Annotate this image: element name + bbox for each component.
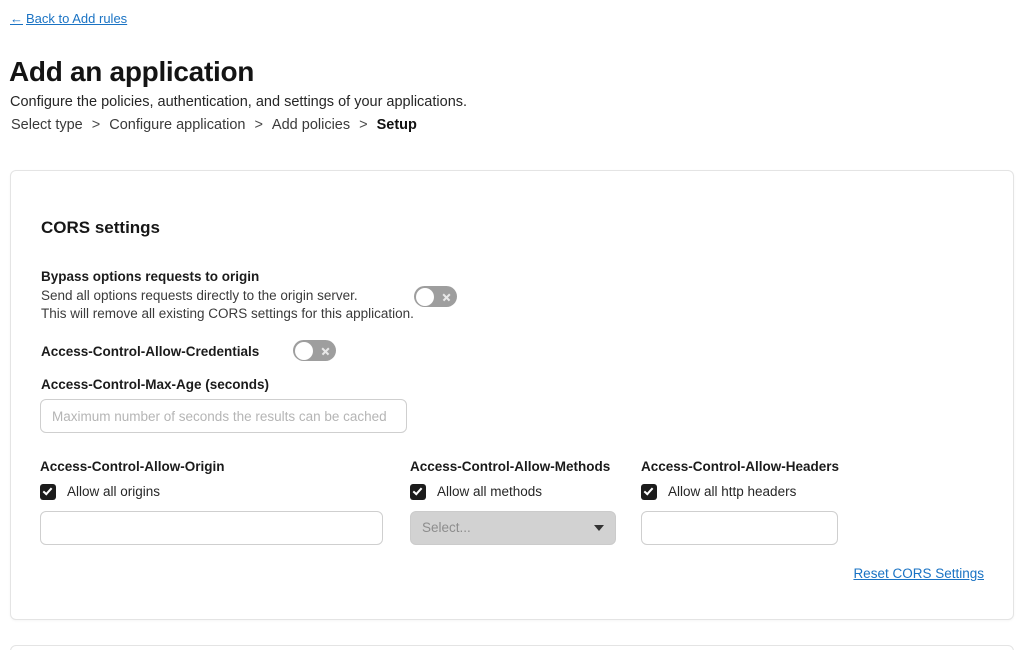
check-icon xyxy=(42,485,52,496)
max-age-label: Access-Control-Max-Age (seconds) xyxy=(41,377,270,392)
breadcrumb-separator: > xyxy=(359,117,368,133)
breadcrumb-step-setup: Setup xyxy=(376,117,417,133)
allow-all-methods-checkbox[interactable] xyxy=(410,484,426,500)
arrow-left-icon: ← xyxy=(10,11,23,26)
check-icon xyxy=(643,485,653,496)
allow-credentials-toggle[interactable] xyxy=(293,340,336,361)
breadcrumb-step-configure-application[interactable]: Configure application xyxy=(109,116,245,135)
close-icon xyxy=(321,346,330,355)
allow-methods-select-value: Select... xyxy=(422,520,471,535)
bypass-options-toggle[interactable] xyxy=(414,286,457,307)
allow-methods-title: Access-Control-Allow-Methods xyxy=(410,459,611,474)
page-title: Add an application xyxy=(9,55,255,87)
allow-credentials-label: Access-Control-Allow-Credentials xyxy=(41,344,260,359)
back-to-add-rules-link[interactable]: ← Back to Add rules xyxy=(10,11,127,27)
allow-all-origins-label: Allow all origins xyxy=(67,484,161,499)
close-icon xyxy=(442,292,451,301)
allow-headers-column: Access-Control-Allow-Headers Allow all h… xyxy=(641,458,839,545)
bypass-options-title: Bypass options requests to origin xyxy=(41,269,260,284)
allow-all-http-headers-checkbox-row[interactable]: Allow all http headers xyxy=(641,482,839,502)
allow-methods-column: Access-Control-Allow-Methods Allow all m… xyxy=(410,458,616,545)
toggle-knob xyxy=(415,287,434,306)
allow-origin-input[interactable] xyxy=(40,511,383,545)
allow-methods-select: Select... xyxy=(410,511,616,545)
allow-all-http-headers-label: Allow all http headers xyxy=(668,484,797,499)
allow-all-http-headers-checkbox[interactable] xyxy=(641,484,657,500)
page-subtitle: Configure the policies, authentication, … xyxy=(10,93,468,110)
check-icon xyxy=(412,485,422,496)
breadcrumb-step-select-type[interactable]: Select type xyxy=(11,116,83,135)
breadcrumb-step-add-policies[interactable]: Add policies xyxy=(272,116,350,135)
reset-cors-settings-link[interactable]: Reset CORS Settings xyxy=(853,565,984,583)
breadcrumb-separator: > xyxy=(254,117,263,133)
breadcrumb: Select type > Configure application > Ad… xyxy=(11,116,417,135)
back-link-label: Back to Add rules xyxy=(26,11,128,26)
max-age-input[interactable] xyxy=(40,399,407,433)
breadcrumb-separator: > xyxy=(91,117,101,133)
allow-all-origins-checkbox[interactable] xyxy=(40,484,56,500)
allow-headers-input[interactable] xyxy=(641,511,838,545)
allow-all-origins-checkbox-row[interactable]: Allow all origins xyxy=(40,482,384,502)
cors-settings-card: CORS settings Bypass options requests to… xyxy=(10,170,1014,620)
toggle-knob xyxy=(294,341,313,360)
allow-all-methods-checkbox-row[interactable]: Allow all methods xyxy=(410,482,616,502)
allow-origin-column: Access-Control-Allow-Origin Allow all or… xyxy=(40,458,384,545)
cors-settings-heading: CORS settings xyxy=(41,218,161,238)
allow-headers-title: Access-Control-Allow-Headers xyxy=(641,459,840,474)
next-section-card-partial xyxy=(10,645,1014,650)
bypass-options-description-line2: This will remove all existing CORS setti… xyxy=(41,306,414,321)
allow-all-methods-label: Allow all methods xyxy=(437,484,543,499)
chevron-down-icon xyxy=(594,525,604,531)
bypass-options-description-line1: Send all options requests directly to th… xyxy=(41,288,358,303)
allow-origin-title: Access-Control-Allow-Origin xyxy=(40,459,225,474)
